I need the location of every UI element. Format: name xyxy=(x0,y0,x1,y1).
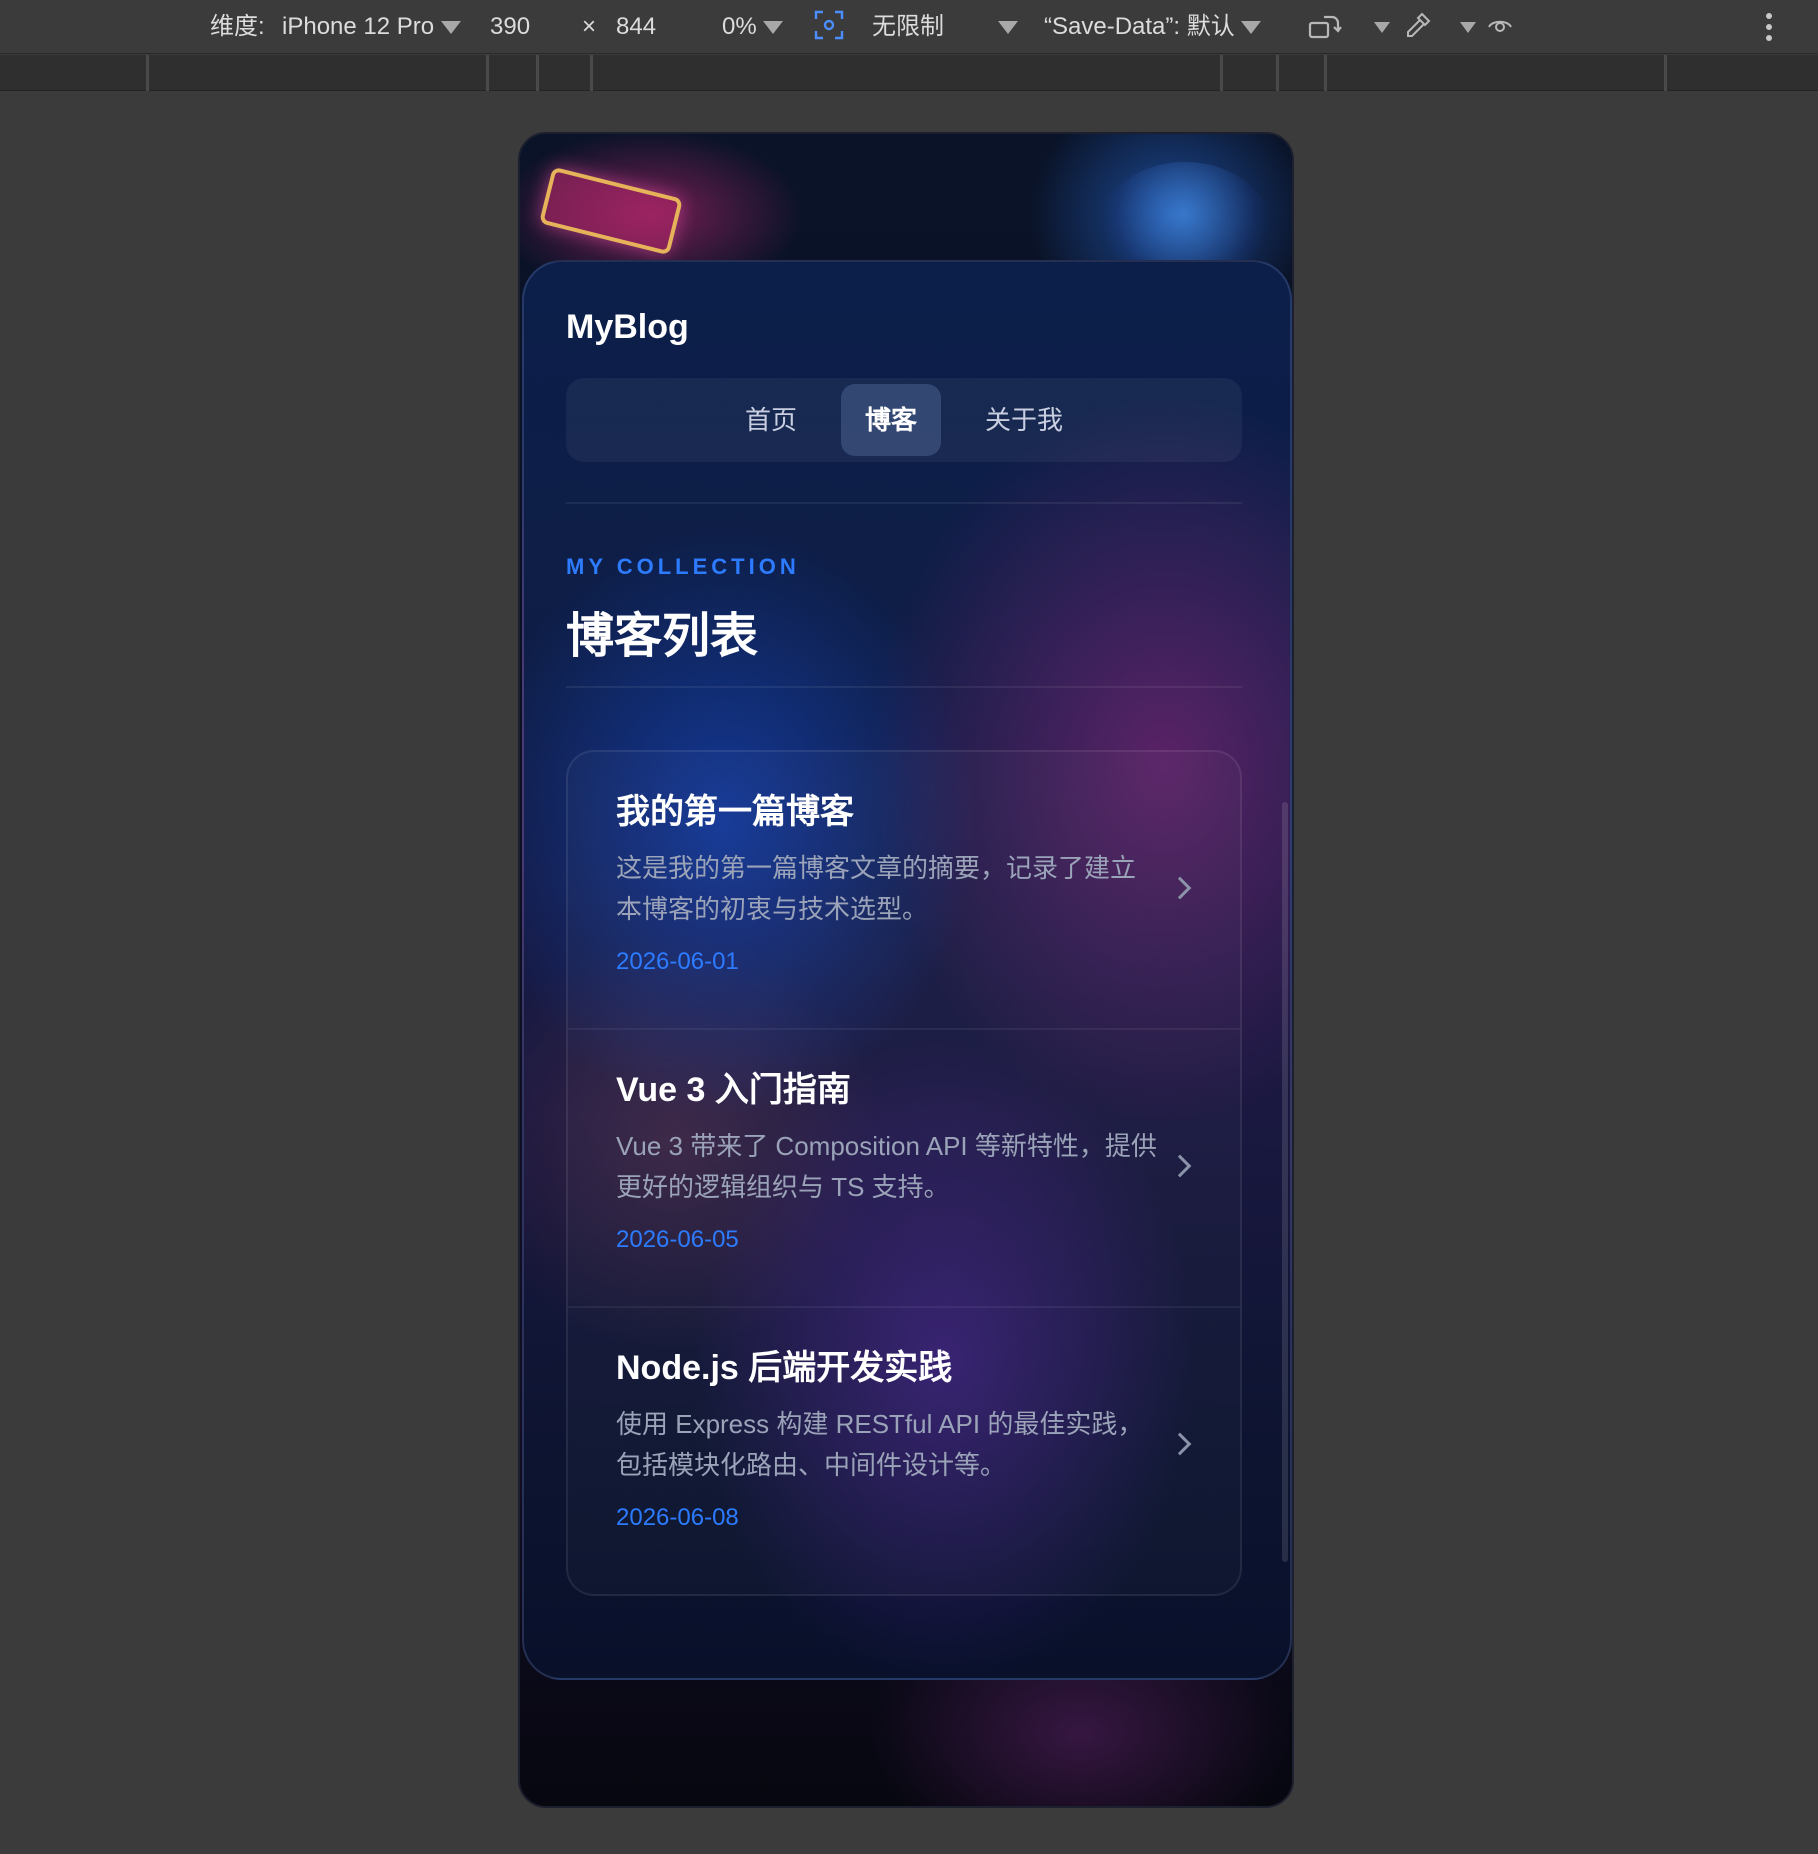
ruler-segment xyxy=(1220,55,1223,91)
tab-blog[interactable]: 博客 xyxy=(840,384,941,456)
tab-about[interactable]: 关于我 xyxy=(961,384,1087,456)
width-input[interactable]: 390 xyxy=(490,12,530,42)
tab-home[interactable]: 首页 xyxy=(721,384,821,456)
ruler-segment xyxy=(486,55,489,91)
post-item[interactable]: Vue 3 入门指南 Vue 3 带来了 Composition API 等新特… xyxy=(568,1030,1240,1308)
scrollbar[interactable] xyxy=(1282,802,1288,1562)
times-icon: × xyxy=(582,13,597,40)
device-select[interactable]: iPhone 12 Pro xyxy=(282,12,461,42)
zoom-select[interactable]: 0% xyxy=(722,12,784,42)
height-input[interactable]: 844 xyxy=(616,12,656,42)
section-eyebrow: MY COLLECTION xyxy=(566,554,800,579)
zoom-value: 0% xyxy=(722,13,757,40)
post-date: 2026-06-05 xyxy=(616,1226,739,1253)
chevron-down-icon xyxy=(1460,22,1476,34)
post-item[interactable]: Node.js 后端开发实践 使用 Express 构建 RESTful API… xyxy=(568,1308,1240,1586)
rotate-icon[interactable] xyxy=(1308,11,1342,41)
post-date: 2026-06-08 xyxy=(616,1504,739,1531)
eyedropper-icon[interactable] xyxy=(1404,11,1432,41)
chevron-down-icon xyxy=(440,21,461,35)
throttle-value: 无限制 xyxy=(872,13,944,40)
post-date: 2026-06-01 xyxy=(616,948,739,975)
save-data-value: “Save-Data”: 默认 xyxy=(1044,13,1235,40)
ruler-segment xyxy=(1664,55,1667,91)
chevron-down-icon xyxy=(1241,21,1262,35)
chevron-right-icon xyxy=(1168,876,1192,900)
dimensions-label: 维度: xyxy=(210,13,265,40)
ruler-segment xyxy=(1276,55,1279,91)
post-title: 我的第一篇博客 xyxy=(616,793,854,831)
page-title: 博客列表 xyxy=(566,610,759,663)
post-list: 我的第一篇博客 这是我的第一篇博客文章的摘要，记录了建立本博客的初衷与技术选型。… xyxy=(566,750,1242,1596)
site-brand[interactable]: MyBlog xyxy=(566,308,689,347)
chevron-right-icon xyxy=(1168,1432,1192,1456)
chevron-right-icon xyxy=(1168,1154,1192,1178)
phone-viewport: MyBlog 首页 博客 关于我 MY COLLECTION 博客列表 我的第一… xyxy=(518,132,1294,1808)
ruler-segment xyxy=(536,55,539,91)
post-title: Node.js 后端开发实践 xyxy=(616,1349,953,1387)
chevron-down-icon xyxy=(763,21,784,35)
save-data-select[interactable]: “Save-Data”: 默认 xyxy=(1044,12,1262,42)
more-device-options-button[interactable] xyxy=(1374,12,1390,42)
divider xyxy=(566,686,1242,688)
devtools-device-toolbar: 维度: iPhone 12 Pro 390 × 844 0% 无限制 “Save… xyxy=(0,0,1818,54)
post-summary: Vue 3 带来了 Composition API 等新特性，提供更好的逻辑组织… xyxy=(616,1131,1157,1202)
background-neon-sign xyxy=(538,166,684,256)
post-summary: 这是我的第一篇博客文章的摘要，记录了建立本博客的初衷与技术选型。 xyxy=(616,853,1137,924)
eye-icon[interactable] xyxy=(1486,11,1514,41)
ruler-segment xyxy=(146,55,149,91)
screenshot-focus-icon[interactable] xyxy=(814,10,844,40)
vision-select[interactable] xyxy=(1460,12,1476,42)
throttle-select[interactable] xyxy=(998,12,1018,42)
device-name: iPhone 12 Pro xyxy=(282,13,435,40)
glass-panel: MyBlog 首页 博客 关于我 MY COLLECTION 博客列表 我的第一… xyxy=(522,260,1292,1680)
ruler-segment xyxy=(1324,55,1327,91)
ruler-segment xyxy=(590,55,593,91)
kebab-menu-icon[interactable] xyxy=(1764,12,1774,42)
media-query-ruler xyxy=(0,55,1818,91)
nav-tabs: 首页 博客 关于我 xyxy=(566,378,1242,462)
chevron-down-icon xyxy=(998,21,1018,35)
chevron-down-icon xyxy=(1374,22,1390,34)
post-title: Vue 3 入门指南 xyxy=(616,1071,851,1109)
divider xyxy=(566,502,1242,504)
post-item[interactable]: 我的第一篇博客 这是我的第一篇博客文章的摘要，记录了建立本博客的初衷与技术选型。… xyxy=(568,752,1240,1030)
post-summary: 使用 Express 构建 RESTful API 的最佳实践，包括模块化路由、… xyxy=(616,1409,1144,1480)
